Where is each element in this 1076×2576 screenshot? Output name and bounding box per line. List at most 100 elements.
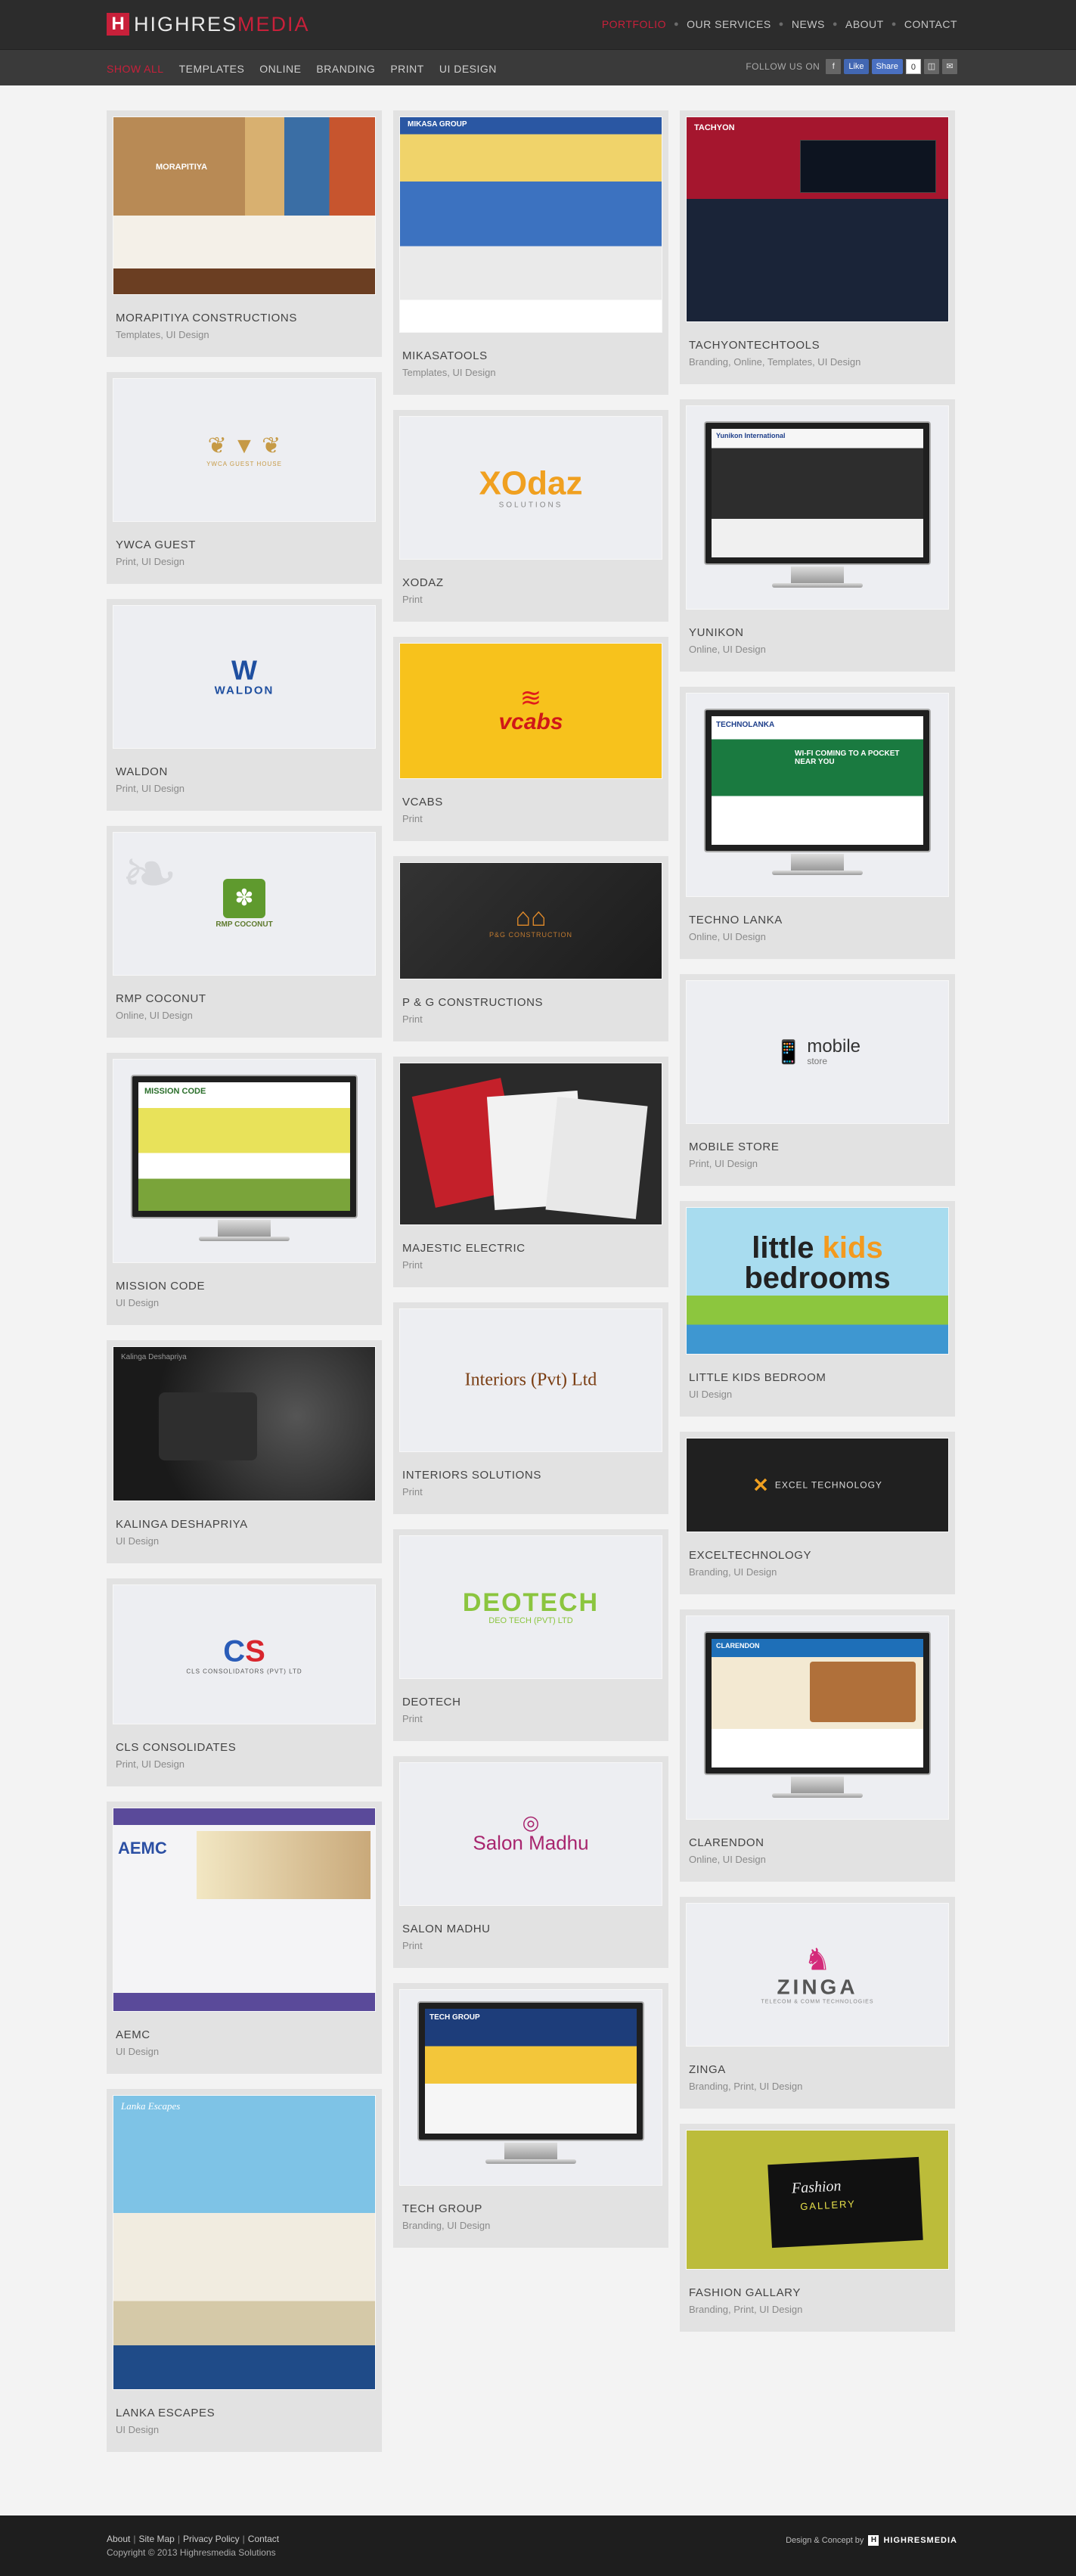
project-title[interactable]: MOBILE STORE [686,1141,949,1153]
project-title[interactable]: MORAPITIYA CONSTRUCTIONS [113,312,376,324]
rss-icon[interactable]: ◫ [924,59,939,74]
nav-our-services[interactable]: OUR SERVICES [687,18,771,30]
project-title[interactable]: LITTLE KIDS BEDROOM [686,1371,949,1384]
project-thumbnail[interactable]: ◎ Salon Madhu [399,1762,662,1906]
portfolio-card[interactable]: Lanka Escapes LANKA ESCAPES UI Design [107,2089,382,2452]
filter-templates[interactable]: TEMPLATES [179,63,245,75]
project-thumbnail[interactable]: MIKASA GROUP [399,116,662,333]
portfolio-card[interactable]: 📱 mobile store MOBILE STORE Print, UI De… [680,974,955,1186]
filter-branding[interactable]: BRANDING [316,63,375,75]
portfolio-card[interactable]: CS CLS CONSOLIDATORS (PVT) LTD CLS CONSO… [107,1578,382,1786]
project-thumbnail[interactable]: TECHNOLANKA WI-FI COMING TO A POCKET NEA… [686,693,949,897]
footer-link-about[interactable]: About [107,2534,130,2544]
project-thumbnail[interactable]: Fashion GALLERY [686,2130,949,2270]
portfolio-card[interactable]: ◎ Salon Madhu SALON MADHU Print [393,1756,668,1968]
nav-portfolio[interactable]: PORTFOLIO [602,18,666,30]
project-title[interactable]: EXCELTECHNOLOGY [686,1549,949,1562]
nav-about[interactable]: ABOUT [845,18,884,30]
project-thumbnail[interactable]: ⌂⌂ P&G CONSTRUCTION [399,862,662,979]
project-thumbnail[interactable]: CLARENDON [686,1615,949,1820]
project-thumbnail[interactable]: ✕ EXCEL TECHNOLOGY [686,1438,949,1532]
project-title[interactable]: LANKA ESCAPES [113,2407,376,2419]
filter-show-all[interactable]: SHOW ALL [107,63,164,75]
project-title[interactable]: KALINGA DESHAPRIYA [113,1518,376,1531]
portfolio-card[interactable]: W WALDON WALDON Print, UI Design [107,599,382,811]
project-title[interactable]: DEOTECH [399,1696,662,1709]
project-title[interactable]: ZINGA [686,2063,949,2076]
project-thumbnail[interactable]: Lanka Escapes [113,2095,376,2390]
portfolio-card[interactable]: MIKASA GROUP MIKASATOOLS Templates, UI D… [393,110,668,395]
credit-brand[interactable]: HIGHRESMEDIA [883,2536,957,2545]
project-title[interactable]: YUNIKON [686,626,949,639]
project-title[interactable]: FASHION GALLARY [686,2286,949,2299]
filter-print[interactable]: PRINT [390,63,424,75]
portfolio-card[interactable]: DEOTECH DEO TECH (PVT) LTD DEOTECH Print [393,1529,668,1741]
portfolio-card[interactable]: TECHNOLANKA WI-FI COMING TO A POCKET NEA… [680,687,955,959]
project-title[interactable]: MAJESTIC ELECTRIC [399,1242,662,1255]
footer-link-site-map[interactable]: Site Map [138,2534,174,2544]
project-thumbnail[interactable]: ❦ ▼ ❦ YWCA GUEST HOUSE [113,378,376,522]
project-title[interactable]: WALDON [113,765,376,778]
portfolio-card[interactable]: TACHYON TACHYONTECHTOOLS Branding, Onlin… [680,110,955,384]
portfolio-card[interactable]: MORAPITIYA MORAPITIYA CONSTRUCTIONS Temp… [107,110,382,357]
project-thumbnail[interactable]: Yunikon International [686,405,949,610]
project-title[interactable]: INTERIORS SOLUTIONS [399,1469,662,1482]
portfolio-card[interactable]: ✕ EXCEL TECHNOLOGY EXCELTECHNOLOGY Brand… [680,1432,955,1594]
project-thumbnail[interactable]: ≋ vcabs [399,643,662,779]
portfolio-card[interactable]: Interiors (Pvt) Ltd INTERIORS SOLUTIONS … [393,1302,668,1514]
project-title[interactable]: TECHNO LANKA [686,914,949,926]
project-title[interactable]: VCABS [399,796,662,808]
portfolio-card[interactable]: MAJESTIC ELECTRIC Print [393,1057,668,1287]
footer-link-privacy-policy[interactable]: Privacy Policy [183,2534,240,2544]
project-thumbnail[interactable]: 📱 mobile store [686,980,949,1124]
project-title[interactable]: YWCA GUEST [113,538,376,551]
nav-contact[interactable]: CONTACT [904,18,957,30]
email-icon[interactable]: ✉ [942,59,957,74]
project-thumbnail[interactable]: little kids bedrooms [686,1207,949,1355]
project-thumbnail[interactable]: W WALDON [113,605,376,749]
filter-online[interactable]: ONLINE [259,63,301,75]
project-thumbnail[interactable]: ❧ ✽ RMP COCONUT [113,832,376,976]
portfolio-card[interactable]: XOdaz SOLUTIONS XODAZ Print [393,410,668,622]
portfolio-card[interactable]: Yunikon International YUNIKON Online, UI… [680,399,955,672]
project-thumbnail[interactable]: Kalinga Deshapriya [113,1346,376,1501]
project-title[interactable]: SALON MADHU [399,1923,662,1935]
project-thumbnail[interactable]: DEOTECH DEO TECH (PVT) LTD [399,1535,662,1679]
portfolio-card[interactable]: ⌂⌂ P&G CONSTRUCTION P & G CONSTRUCTIONS … [393,856,668,1041]
project-title[interactable]: CLS CONSOLIDATES [113,1741,376,1754]
project-thumbnail[interactable] [399,1063,662,1225]
portfolio-card[interactable]: ♞ ZINGA TELECOM & COMM TECHNOLOGIES ZING… [680,1897,955,2109]
facebook-icon[interactable]: f [826,59,842,74]
project-title[interactable]: AEMC [113,2028,376,2041]
portfolio-card[interactable]: Fashion GALLERY FASHION GALLARY Branding… [680,2124,955,2332]
footer-link-contact[interactable]: Contact [248,2534,279,2544]
project-thumbnail[interactable]: CS CLS CONSOLIDATORS (PVT) LTD [113,1584,376,1724]
project-title[interactable]: MISSION CODE [113,1280,376,1293]
filter-ui-design[interactable]: UI DESIGN [439,63,497,75]
project-thumbnail[interactable]: XOdaz SOLUTIONS [399,416,662,560]
project-title[interactable]: TACHYONTECHTOOLS [686,339,949,352]
portfolio-card[interactable]: Kalinga Deshapriya KALINGA DESHAPRIYA UI… [107,1340,382,1563]
project-thumbnail[interactable]: MORAPITIYA [113,116,376,295]
project-thumbnail[interactable]: TECH GROUP [399,1989,662,2186]
project-title[interactable]: TECH GROUP [399,2202,662,2215]
portfolio-card[interactable]: CLARENDON CLARENDON Online, UI Design [680,1609,955,1882]
portfolio-card[interactable]: MISSION CODE MISSION CODE UI Design [107,1053,382,1325]
facebook-like-button[interactable]: Like [844,59,869,74]
project-title[interactable]: XODAZ [399,576,662,589]
project-thumbnail[interactable]: AEMC [113,1808,376,2012]
nav-news[interactable]: NEWS [792,18,825,30]
share-button[interactable]: Share [871,59,903,74]
project-thumbnail[interactable]: Interiors (Pvt) Ltd [399,1308,662,1452]
portfolio-card[interactable]: TECH GROUP TECH GROUP Branding, UI Desig… [393,1983,668,2248]
project-title[interactable]: P & G CONSTRUCTIONS [399,996,662,1009]
logo[interactable]: H HIGHRESMEDIA [107,13,310,36]
portfolio-card[interactable]: ≋ vcabs VCABS Print [393,637,668,841]
portfolio-card[interactable]: ❧ ✽ RMP COCONUT RMP COCONUT Online, UI D… [107,826,382,1038]
project-thumbnail[interactable]: ♞ ZINGA TELECOM & COMM TECHNOLOGIES [686,1903,949,2047]
project-title[interactable]: MIKASATOOLS [399,349,662,362]
project-title[interactable]: RMP COCONUT [113,992,376,1005]
portfolio-card[interactable]: ❦ ▼ ❦ YWCA GUEST HOUSE YWCA GUEST Print,… [107,372,382,584]
portfolio-card[interactable]: AEMC AEMC UI Design [107,1802,382,2074]
project-thumbnail[interactable]: MISSION CODE [113,1059,376,1263]
